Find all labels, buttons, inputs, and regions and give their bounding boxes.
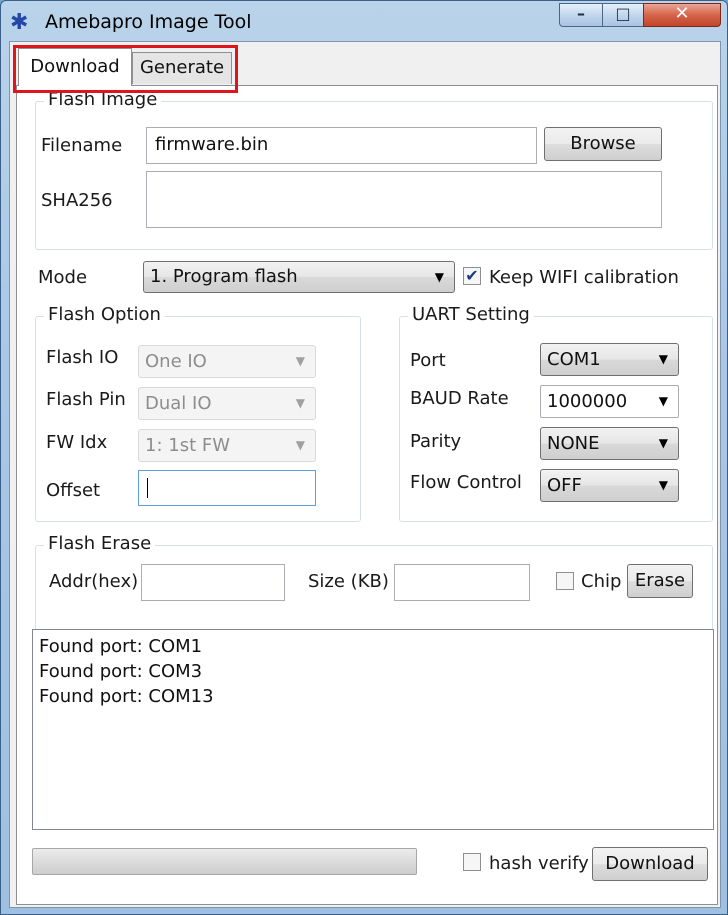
uart-setting-group-title: UART Setting [408,304,534,326]
text-cursor [147,478,148,498]
size-kb-label: Size (KB) [308,571,389,592]
flow-control-value: OFF [547,475,582,496]
offset-input[interactable] [138,470,316,506]
fw-idx-label: FW Idx [46,432,108,453]
minimize-button[interactable]: – [559,3,603,27]
size-kb-input[interactable] [394,564,530,601]
chevron-down-icon: ▼ [434,270,444,284]
keep-wifi-checkbox[interactable]: ✔ [463,267,481,285]
flash-pin-value: Dual IO [145,393,212,414]
check-icon: ✔ [465,266,479,285]
chevron-down-icon: ▼ [295,396,305,410]
port-select[interactable]: COM1 ▼ [540,343,679,376]
hash-verify-label: hash verify [489,853,589,874]
baud-rate-label: BAUD Rate [410,388,509,409]
parity-value: NONE [547,433,600,454]
baud-rate-value: 1000000 [547,391,628,412]
close-icon: ✕ [674,3,690,24]
chip-checkbox[interactable] [556,572,574,590]
tab-download[interactable]: Download [18,48,132,86]
download-button-label: Download [605,853,695,874]
flash-option-group-title: Flash Option [44,304,165,326]
fw-idx-value: 1: 1st FW [145,435,230,456]
filename-input[interactable]: firmware.bin [146,127,537,164]
minimize-icon: – [577,4,585,23]
download-progress-bar [32,848,417,875]
tab-generate[interactable]: Generate [132,52,232,84]
log-output[interactable]: Found port: COM1 Found port: COM3 Found … [32,629,714,830]
sha256-field[interactable] [146,171,662,228]
hash-verify-checkbox[interactable] [463,853,481,871]
port-label: Port [410,350,446,371]
parity-select[interactable]: NONE ▼ [540,427,679,460]
tab-download-label: Download [30,56,120,77]
log-line: Found port: COM3 [39,661,203,682]
keep-wifi-label: Keep WIFI calibration [489,267,679,288]
flash-image-group-title: Flash Image [44,89,162,111]
addr-hex-label: Addr(hex) [49,571,139,592]
tab-generate-label: Generate [139,57,225,78]
baud-rate-select[interactable]: 1000000 ▼ [540,385,679,418]
client-area: Download Generate Flash Image Filename f… [9,41,721,908]
chevron-down-icon: ▼ [658,436,668,450]
download-tab-panel: Flash Image Filename firmware.bin Browse… [16,85,718,905]
erase-button-label: Erase [634,570,686,591]
mode-selected-value: 1. Program flash [150,266,298,287]
chevron-down-icon: ▼ [658,478,668,492]
filename-label: Filename [41,135,123,156]
flow-control-label: Flow Control [410,472,522,493]
sha256-label: SHA256 [41,190,113,211]
mode-label: Mode [38,267,88,288]
flash-io-label: Flash IO [46,347,119,368]
chevron-down-icon: ▼ [658,394,668,408]
chevron-down-icon: ▼ [658,352,668,366]
flash-io-value: One IO [145,351,207,372]
maximize-button[interactable]: □ [602,3,644,27]
maximize-icon: □ [615,4,631,23]
download-button[interactable]: Download [592,847,708,881]
flash-pin-select[interactable]: Dual IO ▼ [138,387,316,420]
parity-label: Parity [410,431,462,452]
flash-pin-label: Flash Pin [46,389,126,410]
chevron-down-icon: ▼ [295,354,305,368]
log-line: Found port: COM13 [39,686,214,707]
flash-erase-group-title: Flash Erase [44,533,156,555]
chip-label: Chip [581,571,622,592]
mode-select[interactable]: 1. Program flash ▼ [143,261,455,293]
chevron-down-icon: ▼ [295,438,305,452]
app-window: ✱ Amebapro Image Tool – □ ✕ Download Gen… [0,0,728,915]
close-button[interactable]: ✕ [643,3,721,27]
window-title: Amebapro Image Tool [45,11,252,33]
offset-label: Offset [46,480,101,501]
flow-control-select[interactable]: OFF ▼ [540,469,679,502]
browse-button[interactable]: Browse [544,127,662,161]
fw-idx-select[interactable]: 1: 1st FW ▼ [138,429,316,462]
port-value: COM1 [547,349,601,370]
app-logo-icon: ✱ [10,10,29,35]
log-line: Found port: COM1 [39,636,203,657]
addr-hex-input[interactable] [141,564,285,601]
erase-button[interactable]: Erase [627,564,693,598]
title-bar[interactable]: ✱ Amebapro Image Tool – □ ✕ [1,1,727,41]
filename-value: firmware.bin [155,134,269,155]
flash-io-select[interactable]: One IO ▼ [138,345,316,378]
browse-button-label: Browse [570,133,636,154]
